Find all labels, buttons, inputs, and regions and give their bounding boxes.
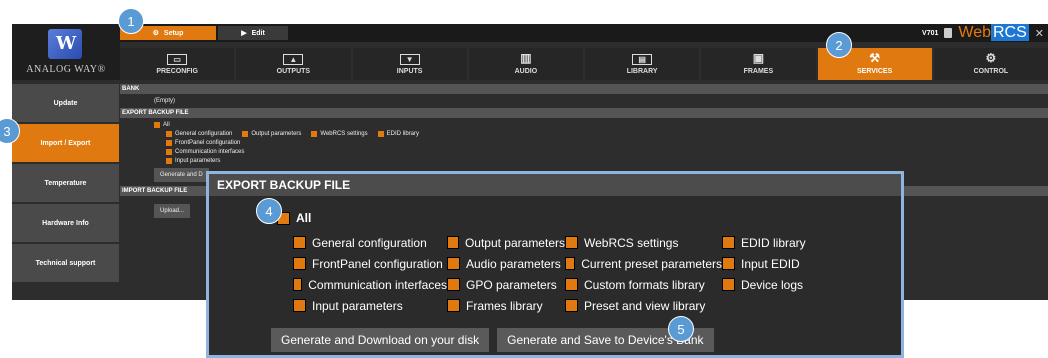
option-current-preset-parameters[interactable]: Current preset parameters — [565, 257, 722, 271]
callout-badge-2: 2 — [826, 32, 852, 58]
option-input-edid[interactable]: Input EDID — [722, 257, 822, 271]
control-gears-icon: ⚙ — [985, 50, 997, 65]
mini-frontpanel-config[interactable]: FrontPanel configuration — [166, 140, 240, 146]
generate-download-button-small[interactable]: Generate and D — [154, 168, 209, 182]
play-icon: ▶ — [241, 30, 247, 37]
outputs-icon: ▲ — [283, 53, 304, 65]
mini-input-params[interactable]: Input parameters — [166, 158, 220, 164]
analog-way-logo-icon: W — [48, 29, 82, 59]
option-gpo-parameters[interactable]: GPO parameters — [447, 278, 565, 292]
nav-control[interactable]: ⚙ CONTROL — [933, 48, 1048, 80]
option-webrcs-settings[interactable]: WebRCS settings — [565, 236, 722, 250]
sidebar-item-technical-support[interactable]: Technical support — [12, 244, 119, 282]
option-frontpanel-configuration[interactable]: FrontPanel configuration — [293, 257, 447, 271]
inputs-icon: ▼ — [399, 53, 420, 65]
frames-icon: ▣ — [752, 50, 765, 65]
preconfig-icon: ▭ — [167, 53, 188, 65]
gear-icon: ⚙ — [152, 30, 159, 37]
option-edid-library[interactable]: EDID library — [722, 236, 822, 250]
export-all-checkbox-small[interactable]: All — [154, 122, 1048, 128]
edit-mode-button[interactable]: ▶ Edit — [218, 26, 288, 40]
sidebar-item-update[interactable]: Update — [12, 84, 119, 122]
services-sidebar: Update Import / Export Temperature Hardw… — [12, 84, 119, 284]
mini-webrcs-settings[interactable]: WebRCS settings — [311, 131, 368, 137]
nav-library[interactable]: ▤ LIBRARY — [585, 48, 700, 80]
sidebar-item-import-export[interactable]: Import / Export — [12, 124, 119, 162]
sidebar-item-temperature[interactable]: Temperature — [12, 164, 119, 202]
callout-badge-5: 5 — [668, 316, 694, 342]
nav-frames[interactable]: ▣ FRAMES — [701, 48, 816, 80]
nav-outputs[interactable]: ▲ OUTPUTS — [236, 48, 351, 80]
option-input-parameters[interactable]: Input parameters — [293, 299, 447, 313]
option-device-logs[interactable]: Device logs — [722, 278, 822, 292]
option-custom-formats-library[interactable]: Custom formats library — [565, 278, 722, 292]
option-preset-and-view-library[interactable]: Preset and view library — [565, 299, 722, 313]
nav-preconfig[interactable]: ▭ PRECONFIG — [120, 48, 235, 80]
close-icon[interactable]: ✕ — [1035, 27, 1044, 40]
zoom-title: EXPORT BACKUP FILE — [209, 174, 901, 196]
audio-icon: ▥ — [520, 50, 532, 65]
option-row: FrontPanel configuration Audio parameter… — [293, 253, 822, 274]
webrcs-logo: Web RCS — [958, 24, 1029, 41]
device-model: V701 — [922, 29, 939, 37]
export-all-checkbox[interactable]: All — [277, 211, 311, 225]
mini-output-params[interactable]: Output parameters — [242, 131, 301, 137]
top-bar: ⚙ Setup ▶ Edit V701 Web RCS ✕ — [120, 24, 1048, 42]
export-zoom-panel: EXPORT BACKUP FILE All General configura… — [206, 171, 904, 358]
sidebar-item-hardware-info[interactable]: Hardware Info — [12, 204, 119, 242]
library-icon: ▤ — [632, 53, 653, 65]
brand-name: ANALOG WAY® — [26, 64, 106, 75]
option-row: Communication interfaces GPO parameters … — [293, 274, 822, 295]
upload-button[interactable]: Upload... — [154, 204, 191, 218]
callout-badge-4: 4 — [256, 198, 282, 224]
bank-section-title: BANK — [120, 84, 1048, 94]
option-row: Input parameters Frames library Preset a… — [293, 295, 822, 316]
generate-download-button[interactable]: Generate and Download on your disk — [271, 328, 490, 352]
export-options-grid: General configuration Output parameters … — [293, 232, 822, 316]
callout-badge-1: 1 — [118, 8, 144, 34]
bank-value: (Empty) — [154, 98, 175, 104]
top-right-area: V701 Web RCS ✕ — [922, 24, 1044, 42]
nav-inputs[interactable]: ▼ INPUTS — [352, 48, 467, 80]
option-row: General configuration Output parameters … — [293, 232, 822, 253]
option-output-parameters[interactable]: Output parameters — [447, 236, 565, 250]
mini-general-config[interactable]: General configuration — [166, 131, 232, 137]
mini-communication[interactable]: Communication interfaces — [166, 149, 244, 155]
export-section-title: EXPORT BACKUP FILE — [120, 108, 1048, 118]
nav-audio[interactable]: ▥ AUDIO — [468, 48, 583, 80]
mini-edid-library[interactable]: EDID library — [377, 131, 419, 137]
option-frames-library[interactable]: Frames library — [447, 299, 565, 313]
option-communication-interfaces[interactable]: Communication interfaces — [293, 278, 447, 292]
option-audio-parameters[interactable]: Audio parameters — [447, 257, 565, 271]
option-general-configuration[interactable]: General configuration — [293, 236, 447, 250]
document-icon[interactable] — [944, 28, 953, 38]
brand-logo: W ANALOG WAY® — [12, 24, 120, 80]
services-icon: ⚒ — [869, 50, 880, 65]
main-nav: ▭ PRECONFIG ▲ OUTPUTS ▼ INPUTS ▥ AUDIO ▤… — [120, 48, 1048, 80]
zoom-actions: Generate and Download on your disk Gener… — [271, 328, 714, 352]
